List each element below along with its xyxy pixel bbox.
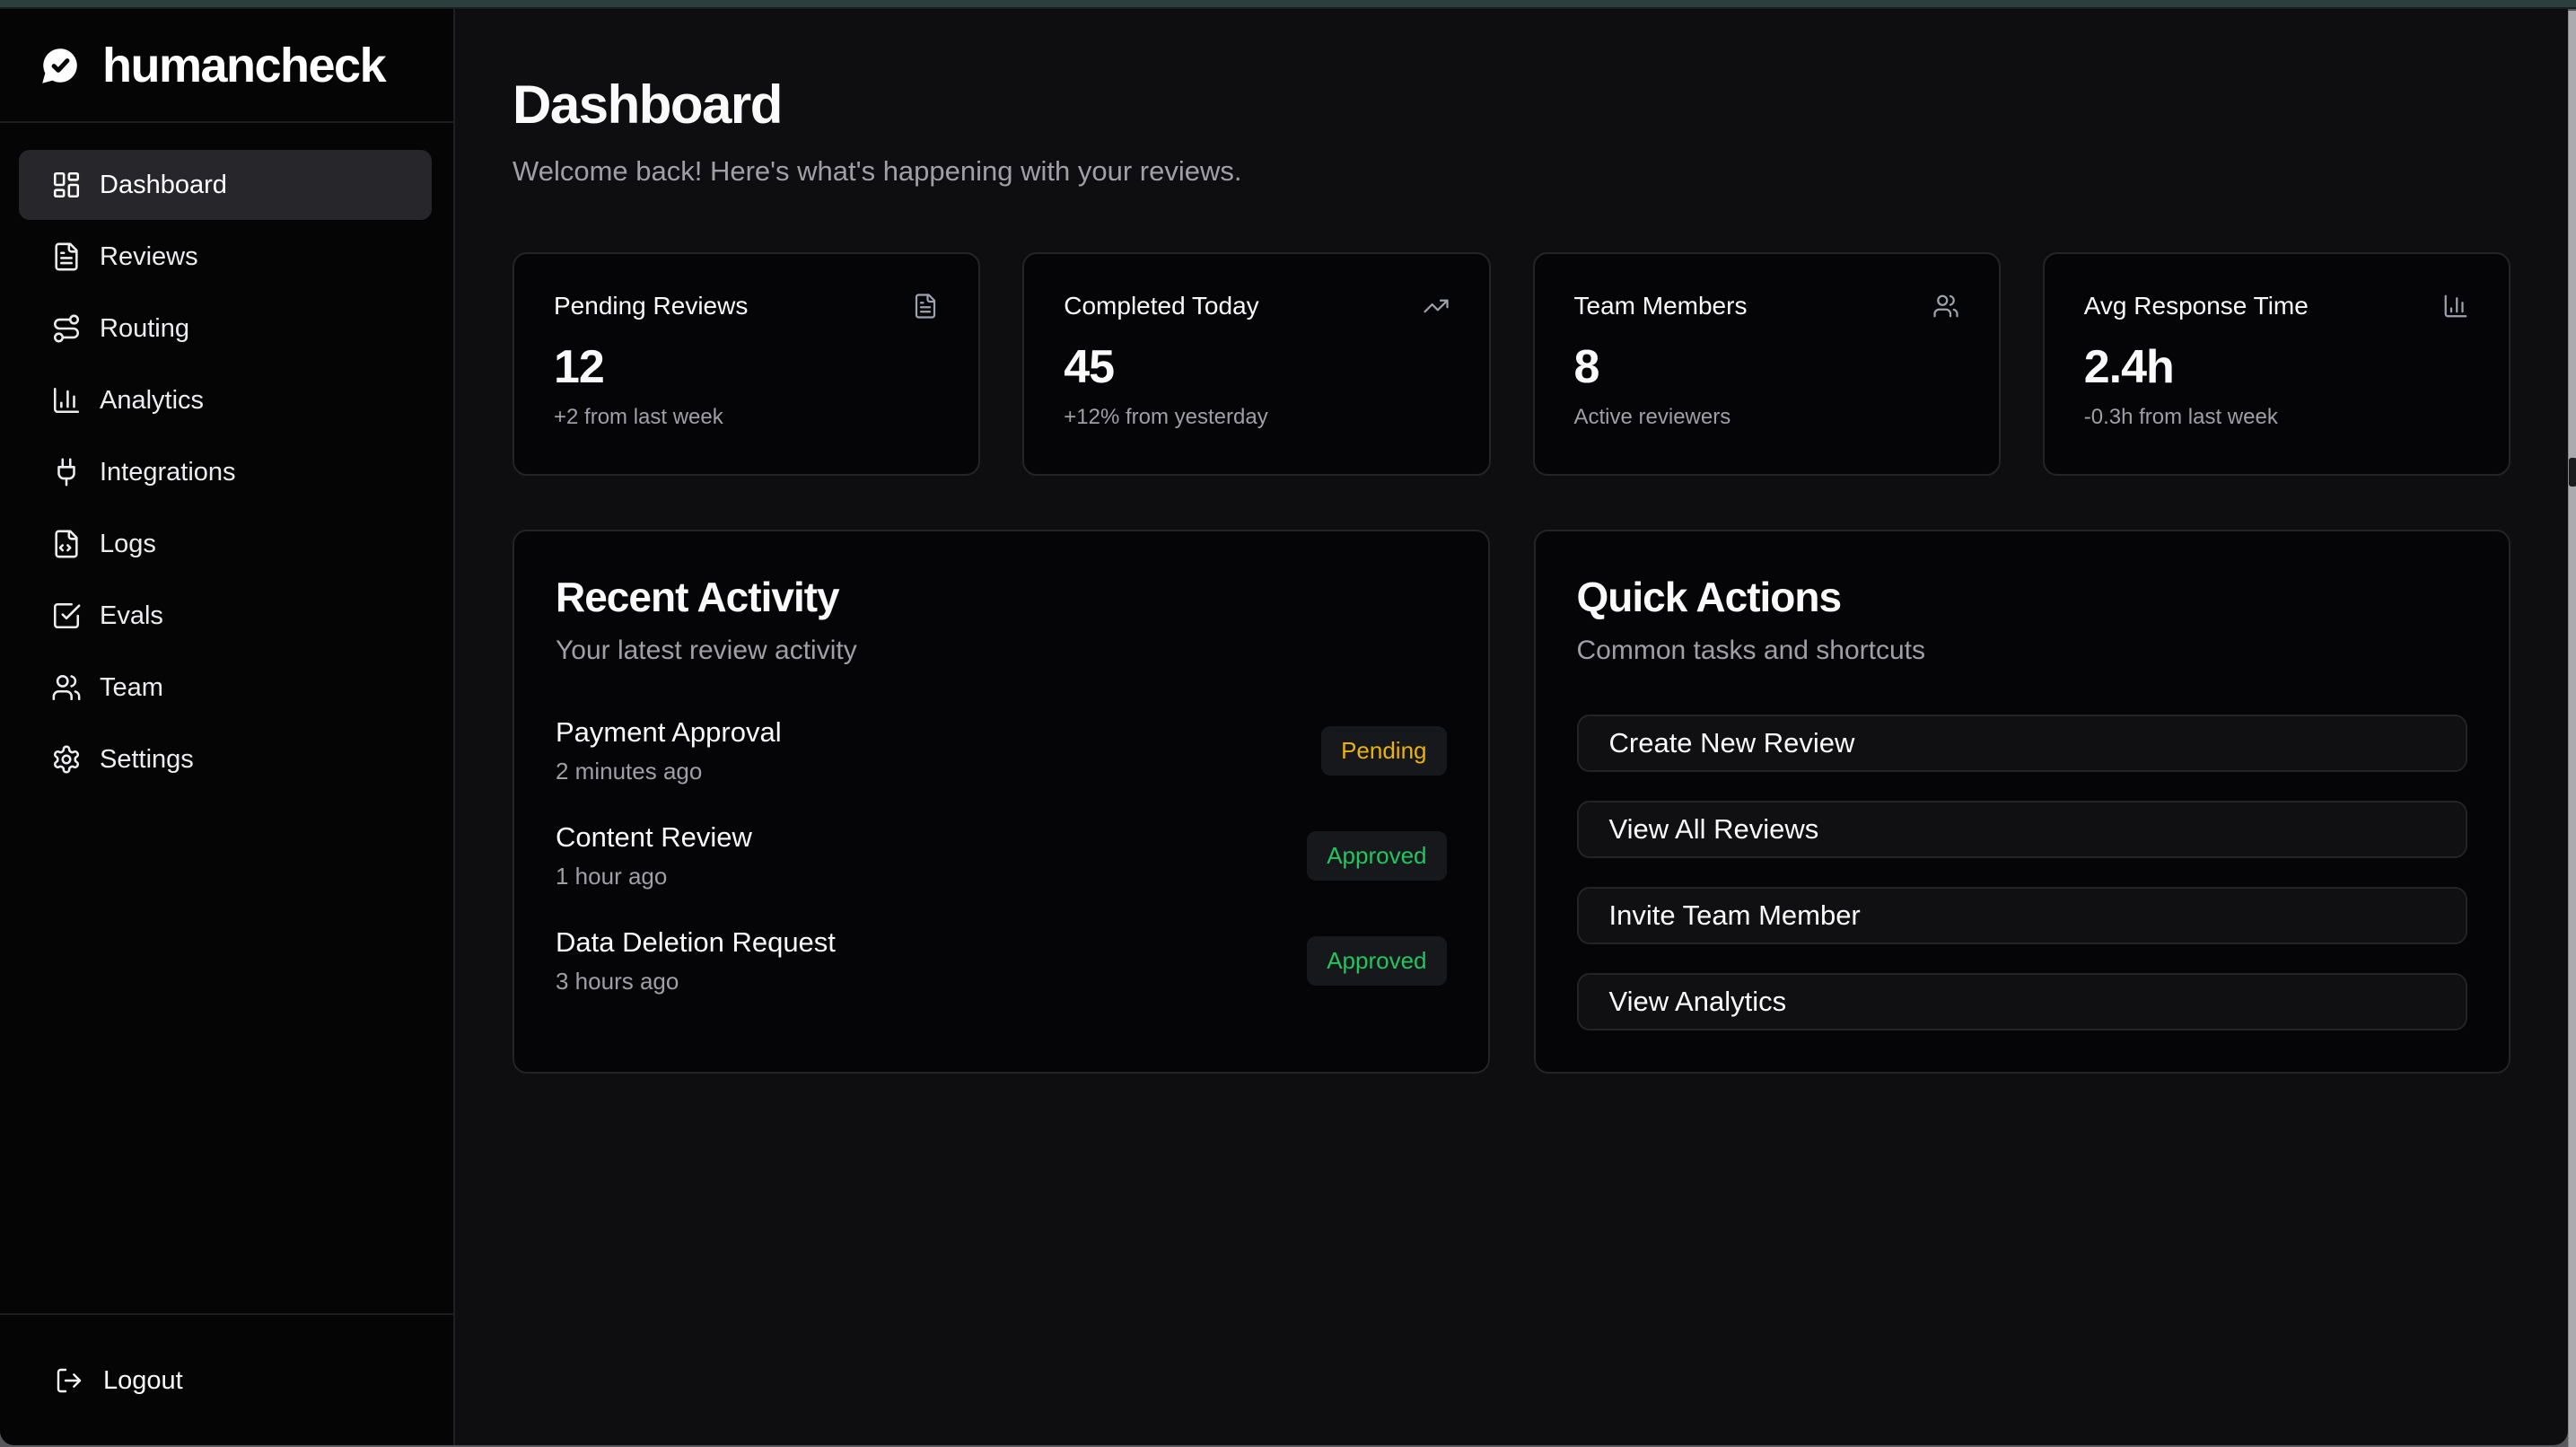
- chart-column-icon: [51, 385, 82, 416]
- recent-activity-title: Recent Activity: [556, 573, 1447, 621]
- sidebar-item-label: Team: [100, 673, 163, 703]
- gear-icon: [51, 744, 82, 775]
- stat-note: +2 from last week: [554, 405, 939, 430]
- sidebar: humancheck Dashboard Reviews Routing Ana…: [0, 9, 455, 1445]
- page-title: Dashboard: [513, 74, 2510, 136]
- sidebar-item-label: Dashboard: [100, 171, 227, 200]
- stat-label: Pending Reviews: [554, 292, 748, 320]
- view-analytics-button[interactable]: View Analytics: [1577, 973, 2468, 1030]
- sidebar-item-reviews[interactable]: Reviews: [19, 222, 432, 292]
- file-text-icon: [51, 241, 82, 272]
- quick-actions-list: Create New Review View All Reviews Invit…: [1577, 715, 2468, 1030]
- sidebar-item-label: Routing: [100, 314, 189, 344]
- stat-note: -0.3h from last week: [2084, 405, 2469, 430]
- quick-actions-subtitle: Common tasks and shortcuts: [1577, 636, 2468, 666]
- users-icon: [51, 672, 82, 703]
- activity-row-payment-approval: Payment Approval 2 minutes ago Pending: [556, 716, 1447, 785]
- sidebar-item-label: Logs: [100, 530, 156, 559]
- humancheck-logo-icon: [38, 43, 83, 88]
- activity-name: Content Review: [556, 821, 752, 854]
- activity-row-content-review: Content Review 1 hour ago Approved: [556, 821, 1447, 890]
- stat-note: +12% from yesterday: [1064, 405, 1449, 430]
- stat-note: Active reviewers: [1574, 405, 1959, 430]
- sidebar-item-team[interactable]: Team: [19, 653, 432, 723]
- activity-time: 1 hour ago: [556, 863, 752, 890]
- create-new-review-button[interactable]: Create New Review: [1577, 715, 2468, 772]
- logout-section: Logout: [0, 1313, 453, 1445]
- status-badge-pending: Pending: [1321, 726, 1446, 776]
- stat-value: 8: [1574, 340, 1959, 394]
- sidebar-item-label: Evals: [100, 601, 163, 631]
- file-code-icon: [51, 529, 82, 559]
- activity-time: 2 minutes ago: [556, 758, 782, 785]
- log-out-icon: [55, 1366, 83, 1395]
- sidebar-item-label: Analytics: [100, 386, 204, 416]
- quick-actions-card: Quick Actions Common tasks and shortcuts…: [1534, 530, 2511, 1074]
- plug-icon: [51, 457, 82, 487]
- layout-dashboard-icon: [51, 170, 82, 200]
- status-badge-approved: Approved: [1307, 936, 1446, 986]
- check-square-icon: [51, 601, 82, 631]
- sidebar-item-label: Reviews: [100, 242, 198, 272]
- main-content: Dashboard Welcome back! Here's what's ha…: [455, 9, 2568, 1445]
- sidebar-item-integrations[interactable]: Integrations: [19, 437, 432, 507]
- chart-column-icon: [2442, 293, 2469, 320]
- sidebar-item-routing[interactable]: Routing: [19, 294, 432, 364]
- stat-card-completed-today: Completed Today 45 +12% from yesterday: [1022, 252, 1490, 476]
- stat-label: Completed Today: [1064, 292, 1258, 320]
- activity-list: Payment Approval 2 minutes ago Pending C…: [556, 716, 1447, 995]
- brand-logo: humancheck: [0, 9, 453, 123]
- sidebar-item-label: Settings: [100, 745, 194, 775]
- trending-up-icon: [1423, 293, 1450, 320]
- file-text-icon: [912, 293, 939, 320]
- activity-name: Data Deletion Request: [556, 926, 836, 959]
- recent-activity-subtitle: Your latest review activity: [556, 636, 1447, 666]
- sidebar-item-analytics[interactable]: Analytics: [19, 365, 432, 435]
- scrollbar-thumb[interactable]: [2569, 458, 2576, 487]
- sidebar-nav: Dashboard Reviews Routing Analytics Inte…: [0, 123, 453, 1313]
- activity-name: Payment Approval: [556, 716, 782, 749]
- stat-label: Team Members: [1574, 292, 1748, 320]
- users-icon: [1932, 293, 1959, 320]
- sidebar-item-evals[interactable]: Evals: [19, 581, 432, 651]
- browser-theme-bar: [0, 0, 2576, 9]
- bottom-grid: Recent Activity Your latest review activ…: [513, 530, 2510, 1074]
- recent-activity-card: Recent Activity Your latest review activ…: [513, 530, 1490, 1074]
- scrollbar[interactable]: [2568, 11, 2576, 1447]
- stats-grid: Pending Reviews 12 +2 from last week Com…: [513, 252, 2510, 476]
- view-all-reviews-button[interactable]: View All Reviews: [1577, 801, 2468, 858]
- stat-value: 2.4h: [2084, 340, 2469, 394]
- stat-value: 12: [554, 340, 939, 394]
- page-subtitle: Welcome back! Here's what's happening wi…: [513, 155, 2510, 188]
- status-badge-approved: Approved: [1307, 831, 1446, 881]
- stat-card-team-members: Team Members 8 Active reviewers: [1533, 252, 2001, 476]
- logout-label: Logout: [103, 1366, 183, 1396]
- stat-label: Avg Response Time: [2084, 292, 2309, 320]
- stat-value: 45: [1064, 340, 1449, 394]
- sidebar-item-label: Integrations: [100, 458, 236, 487]
- stat-card-pending-reviews: Pending Reviews 12 +2 from last week: [513, 252, 980, 476]
- stat-card-avg-response-time: Avg Response Time 2.4h -0.3h from last w…: [2043, 252, 2510, 476]
- sidebar-item-dashboard[interactable]: Dashboard: [19, 150, 432, 220]
- sidebar-item-settings[interactable]: Settings: [19, 724, 432, 794]
- sidebar-item-logs[interactable]: Logs: [19, 509, 432, 579]
- quick-actions-title: Quick Actions: [1577, 573, 2468, 621]
- brand-name: humancheck: [102, 38, 385, 93]
- activity-row-data-deletion-request: Data Deletion Request 3 hours ago Approv…: [556, 926, 1447, 995]
- invite-team-member-button[interactable]: Invite Team Member: [1577, 887, 2468, 944]
- activity-time: 3 hours ago: [556, 968, 836, 995]
- app-window: humancheck Dashboard Reviews Routing Ana…: [0, 9, 2568, 1445]
- route-icon: [51, 313, 82, 344]
- logout-button[interactable]: Logout: [22, 1346, 432, 1416]
